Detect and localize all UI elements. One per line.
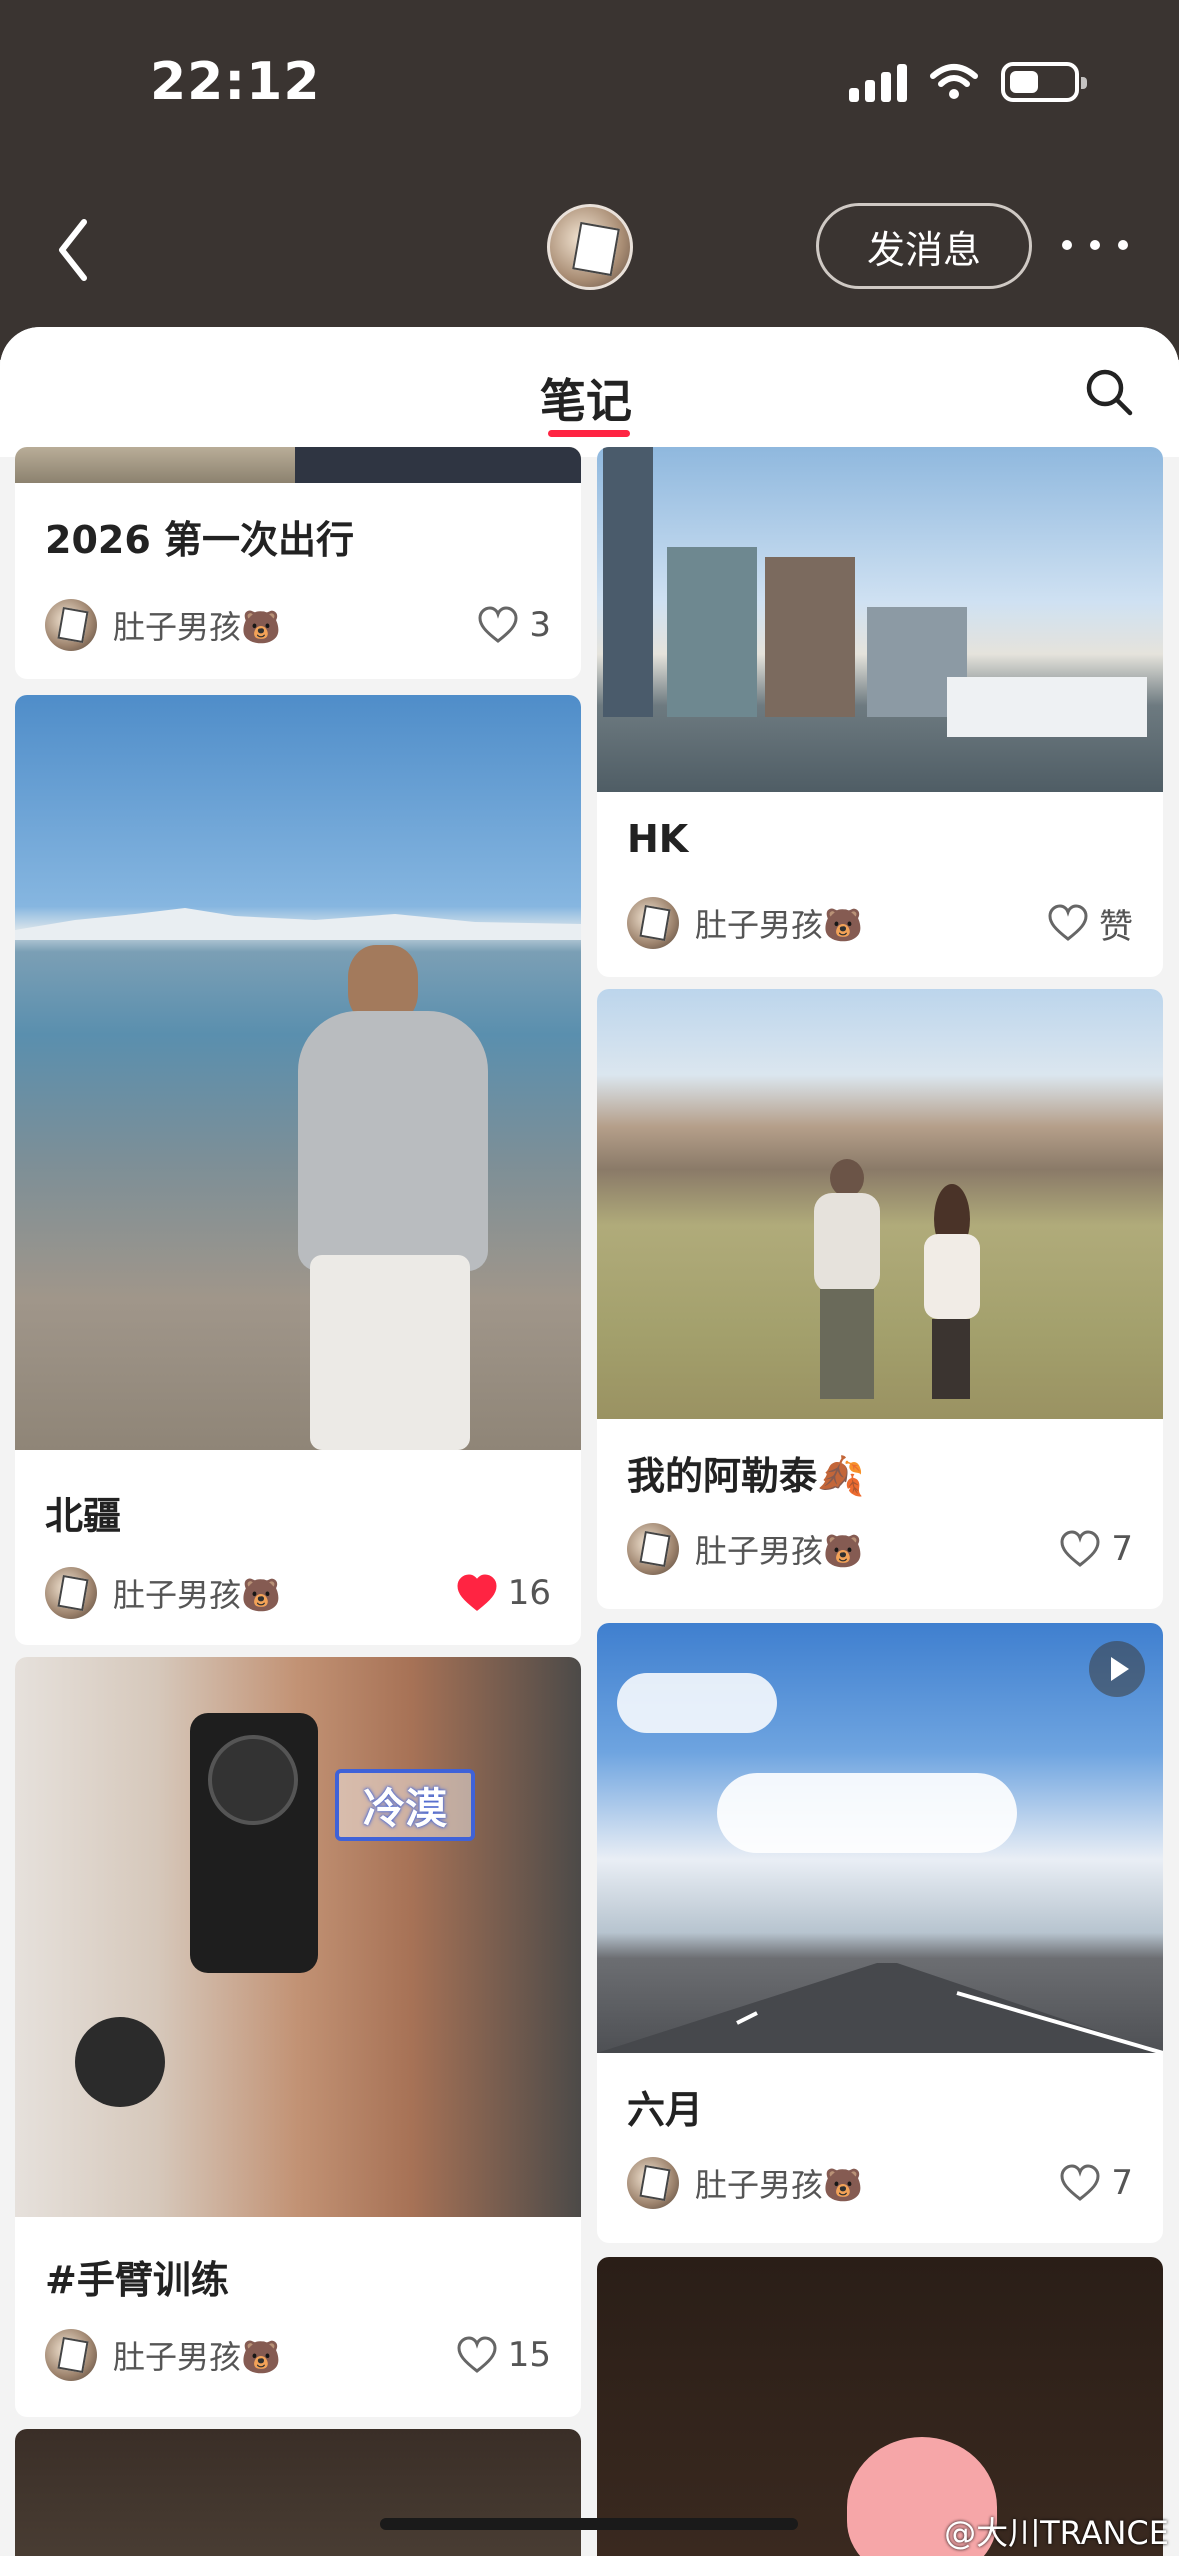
author-avatar	[627, 2157, 679, 2209]
author-name: 肚子男孩🐻	[113, 2338, 281, 2376]
like-count: 3	[529, 605, 551, 645]
note-card[interactable]: 2026 第一次出行 肚子男孩🐻 3	[15, 447, 581, 679]
more-dots-icon[interactable]	[1062, 230, 1128, 260]
watermark: @大川TRANCE	[944, 2514, 1169, 2552]
like-button[interactable]: 7	[1059, 1529, 1133, 1569]
photo-person	[922, 1184, 982, 1399]
profile-avatar[interactable]	[547, 204, 633, 290]
tab-underline	[548, 430, 630, 437]
note-cover-image: 冷漠	[15, 1657, 581, 2217]
heart-icon	[457, 2336, 497, 2373]
heart-icon	[1048, 904, 1088, 941]
author-name: 肚子男孩🐻	[695, 906, 863, 944]
note-title: 北疆	[45, 1494, 122, 1538]
note-cover-image	[597, 447, 1163, 792]
note-card[interactable]: 我的阿勒泰🍂 肚子男孩🐻 7	[597, 989, 1163, 1609]
note-footer: 肚子男孩🐻 15	[45, 2327, 551, 2383]
like-count: 16	[507, 1573, 551, 1613]
author-avatar	[45, 2329, 97, 2381]
sticker-text: 冷漠	[335, 1769, 475, 1841]
note-title: 我的阿勒泰🍂	[627, 1454, 865, 1498]
note-cover-image	[597, 989, 1163, 1419]
like-button[interactable]: 16	[456, 1573, 551, 1613]
note-title: 六月	[627, 2088, 704, 2132]
note-cover-image	[597, 1623, 1163, 2053]
note-footer: 肚子男孩🐻 3	[45, 597, 551, 653]
notes-sheet: 笔记 2026 第一次出行 肚子男孩🐻 3 北疆 肚子男孩🐻 16 冷漠 #手臂…	[0, 327, 1179, 2556]
tab-bar: 笔记	[0, 327, 1179, 457]
author-avatar	[45, 1567, 97, 1619]
status-icons	[849, 62, 1087, 102]
mountains-shape	[15, 908, 581, 940]
like-button[interactable]: 7	[1059, 2163, 1133, 2203]
note-card[interactable]: 冷漠 #手臂训练 肚子男孩🐻 15	[15, 1657, 581, 2417]
author-name: 肚子男孩🐻	[695, 2166, 863, 2204]
phone-shape	[190, 1713, 318, 1973]
send-message-button[interactable]: 发消息	[816, 203, 1032, 289]
note-title: HK	[627, 817, 689, 861]
note-title: #手臂训练	[45, 2258, 229, 2302]
top-header: 22:12 发消息	[0, 0, 1179, 360]
back-arrow-icon[interactable]	[48, 210, 98, 290]
tab-notes[interactable]: 笔记	[540, 365, 632, 431]
note-card[interactable]	[15, 2429, 581, 2556]
home-indicator[interactable]	[380, 2518, 798, 2530]
search-icon[interactable]	[1084, 367, 1134, 417]
note-card[interactable]: 六月 肚子男孩🐻 7	[597, 1623, 1163, 2243]
play-icon	[1089, 1641, 1145, 1697]
note-footer: 肚子男孩🐻 7	[627, 2155, 1133, 2211]
signal-icon	[849, 62, 907, 102]
note-cover-image	[15, 695, 581, 1450]
like-count: 15	[507, 2335, 551, 2375]
note-card[interactable]: 北疆 肚子男孩🐻 16	[15, 695, 581, 1645]
like-count: 赞	[1099, 906, 1133, 947]
battery-icon	[1001, 62, 1087, 102]
note-footer: 肚子男孩🐻 赞	[627, 895, 1133, 951]
status-time: 22:12	[150, 52, 321, 112]
note-cover-image	[15, 2429, 581, 2556]
author-name: 肚子男孩🐻	[113, 1576, 281, 1614]
note-footer: 肚子男孩🐻 7	[627, 1521, 1133, 1577]
heart-icon	[478, 606, 518, 643]
note-footer: 肚子男孩🐻 16	[45, 1565, 551, 1621]
author-avatar	[627, 1523, 679, 1575]
note-cover-image	[15, 447, 581, 483]
like-count: 7	[1111, 1529, 1133, 1569]
note-card[interactable]: HK 肚子男孩🐻 赞	[597, 447, 1163, 977]
screen: 22:12 发消息 笔记 2026 第一次出行 肚子男孩🐻 3 北疆 肚子男孩🐻…	[0, 0, 1179, 2556]
heart-icon	[457, 1574, 497, 1611]
heart-icon	[1060, 1530, 1100, 1567]
heart-icon	[1060, 2164, 1100, 2201]
author-avatar	[627, 897, 679, 949]
like-button[interactable]: 15	[456, 2335, 551, 2375]
note-title: 2026 第一次出行	[45, 518, 354, 562]
author-avatar	[45, 599, 97, 651]
author-name: 肚子男孩🐻	[113, 608, 281, 646]
photo-person	[280, 945, 510, 1450]
like-button[interactable]: 3	[477, 605, 551, 645]
like-button[interactable]: 赞	[1047, 899, 1133, 948]
author-name: 肚子男孩🐻	[695, 1532, 863, 1570]
photo-person	[812, 1159, 882, 1399]
wifi-icon	[930, 64, 978, 99]
like-count: 7	[1111, 2163, 1133, 2203]
road-shape	[597, 1963, 1163, 2053]
